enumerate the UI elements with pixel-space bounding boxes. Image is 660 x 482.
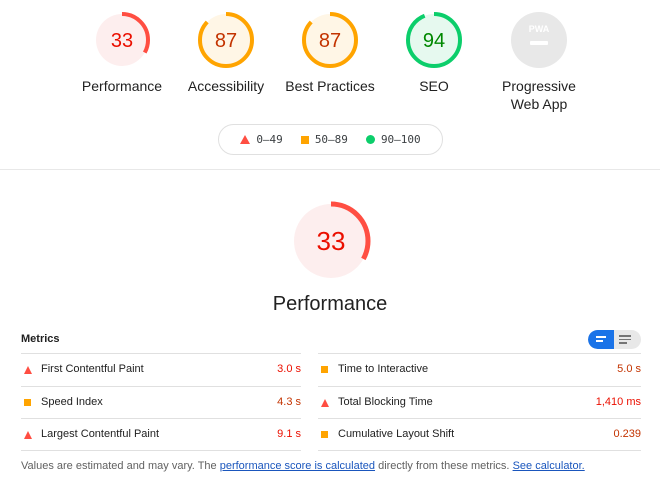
performance-score: 33 (111, 30, 133, 52)
metric-value: 3.0 s (277, 363, 301, 375)
main-score: 33 (317, 226, 346, 256)
metric-value: 0.239 (613, 428, 641, 440)
fail-triangle-icon (24, 431, 32, 439)
metric-row: Speed Index 4.3 s (21, 385, 301, 419)
metrics-view-toggle[interactable] (588, 330, 641, 349)
metric-name: Cumulative Layout Shift (338, 428, 455, 440)
compact-view-button[interactable] (588, 330, 614, 349)
metric-name: First Contentful Paint (41, 363, 144, 375)
fail-triangle-icon (240, 135, 251, 144)
expanded-view-icon[interactable] (619, 335, 631, 346)
pass-circle-icon (365, 135, 375, 144)
footnote-prefix: Values are estimated and may vary. The (21, 460, 220, 472)
gauge-seo[interactable]: 94 SEO (382, 10, 486, 95)
seo-gauge-ring: 94 (406, 12, 462, 68)
main-performance-gauge: 33 (290, 200, 372, 282)
legend-pass: 90–100 (365, 133, 421, 146)
average-square-icon (321, 366, 328, 373)
metric-value: 5.0 s (617, 363, 641, 375)
seo-label: SEO (419, 78, 449, 94)
metrics-footnote: Values are estimated and may vary. The p… (21, 460, 585, 472)
best-practices-label: Best Practices (285, 78, 375, 94)
footnote-middle: directly from these metrics. (375, 460, 513, 472)
fail-triangle-icon (24, 366, 32, 374)
metric-row: Time to Interactive 5.0 s (318, 353, 641, 386)
section-divider (0, 169, 660, 170)
metric-row: Total Blocking Time 1,410 ms (318, 385, 641, 419)
pwa-badge-icon: PWA (511, 12, 567, 68)
best-practices-gauge-ring: 87 (302, 12, 358, 68)
metric-row: Largest Contentful Paint 9.1 s (21, 418, 301, 451)
pwa-label: Progressive Web App (502, 78, 576, 112)
metrics-header: Metrics (21, 330, 641, 353)
accessibility-score: 87 (215, 30, 237, 52)
metrics-title: Metrics (21, 333, 60, 345)
see-calculator-link[interactable]: See calculator. (513, 460, 585, 472)
metric-value: 4.3 s (277, 395, 301, 408)
score-legend: 0–49 50–89 90–100 (218, 124, 443, 155)
metric-name: Speed Index (41, 395, 103, 408)
gauge-pwa[interactable]: PWA Progressive Web App (487, 10, 591, 113)
legend-average-range: 50–89 (314, 133, 348, 146)
metric-row: Cumulative Layout Shift 0.239 (318, 418, 641, 451)
accessibility-label: Accessibility (187, 78, 265, 94)
compact-list-icon (596, 336, 606, 344)
legend-fail: 0–49 (240, 133, 283, 146)
score-calculation-link[interactable]: performance score is calculated (220, 460, 375, 472)
average-square-icon (321, 431, 328, 438)
metric-name: Time to Interactive (338, 363, 429, 375)
main-gauge-ring: 33 (291, 201, 371, 281)
fail-triangle-icon (321, 398, 329, 407)
performance-gauge-ring: 33 (94, 12, 150, 68)
metrics-column-left: First Contentful Paint 3.0 s Speed Index… (21, 353, 301, 451)
pwa-badge-text: PWA (529, 24, 550, 34)
best-practices-score: 87 (319, 30, 341, 52)
category-gauges: 33 Performance 87 Accessibility 87 Best … (0, 10, 660, 120)
legend-pass-range: 90–100 (380, 133, 421, 146)
gauge-best-practices[interactable]: 87 Best Practices (278, 10, 382, 95)
metric-value: 9.1 s (277, 428, 301, 440)
average-square-icon (300, 135, 309, 144)
average-square-icon (24, 398, 31, 406)
metric-name: Total Blocking Time (338, 395, 433, 408)
metric-name: Largest Contentful Paint (41, 428, 160, 440)
main-title: Performance (272, 293, 388, 315)
accessibility-gauge-ring: 87 (198, 12, 254, 68)
metrics-column-right: Time to Interactive 5.0 s Total Blocking… (318, 353, 641, 451)
gauge-accessibility[interactable]: 87 Accessibility (174, 10, 278, 95)
metric-row: First Contentful Paint 3.0 s (21, 353, 301, 386)
legend-average: 50–89 (300, 133, 348, 146)
legend-fail-range: 0–49 (256, 133, 283, 146)
seo-score: 94 (423, 30, 445, 52)
performance-label: Performance (81, 78, 163, 94)
metric-value: 1,410 ms (595, 395, 641, 408)
gauge-performance[interactable]: 33 Performance (70, 10, 174, 95)
